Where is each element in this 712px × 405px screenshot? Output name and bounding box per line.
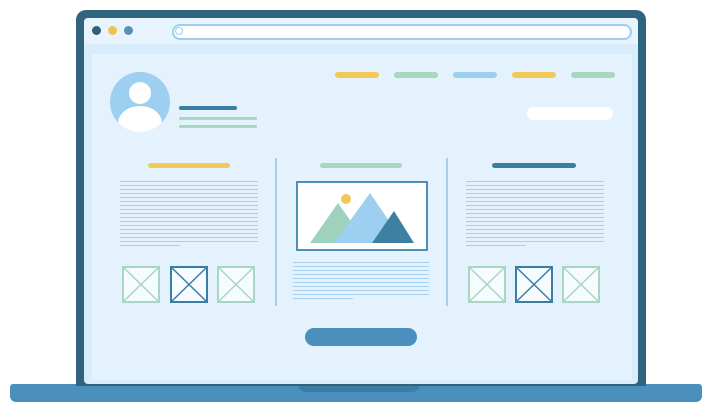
- nav-item-5[interactable]: [571, 72, 615, 78]
- header-search-pill[interactable]: [527, 107, 613, 120]
- center-column-heading: [320, 163, 402, 168]
- nav-item-2[interactable]: [394, 72, 438, 78]
- avatar-icon[interactable]: [110, 72, 170, 132]
- left-column-heading: [148, 163, 230, 168]
- profile-name-line: [179, 106, 237, 110]
- column-divider: [446, 158, 448, 306]
- window-maximize-dot[interactable]: [124, 26, 133, 35]
- address-bar[interactable]: [172, 24, 632, 40]
- nav-item-3[interactable]: [453, 72, 497, 78]
- nav-item-4[interactable]: [512, 72, 556, 78]
- image-placeholder-icon[interactable]: [468, 266, 506, 303]
- left-column-text-block: [120, 181, 258, 249]
- search-icon: [175, 27, 183, 35]
- avatar-head: [129, 82, 151, 104]
- cta-button[interactable]: [305, 328, 417, 346]
- image-placeholder-icon[interactable]: [217, 266, 255, 303]
- image-placeholder-icon[interactable]: [122, 266, 160, 303]
- right-column-text-block: [466, 181, 604, 249]
- image-placeholder-icon[interactable]: [170, 266, 208, 303]
- column-divider: [275, 158, 277, 306]
- window-minimize-dot[interactable]: [108, 26, 117, 35]
- profile-sub-line: [179, 117, 257, 120]
- image-placeholder-icon[interactable]: [562, 266, 600, 303]
- right-column-heading: [492, 163, 576, 168]
- window-close-dot[interactable]: [92, 26, 101, 35]
- nav-item-1[interactable]: [335, 72, 379, 78]
- image-placeholder-icon[interactable]: [515, 266, 553, 303]
- profile-sub-line: [179, 125, 257, 128]
- center-column-text-block: [293, 262, 429, 304]
- mountain-image-icon[interactable]: [296, 181, 428, 251]
- avatar-body: [118, 106, 162, 132]
